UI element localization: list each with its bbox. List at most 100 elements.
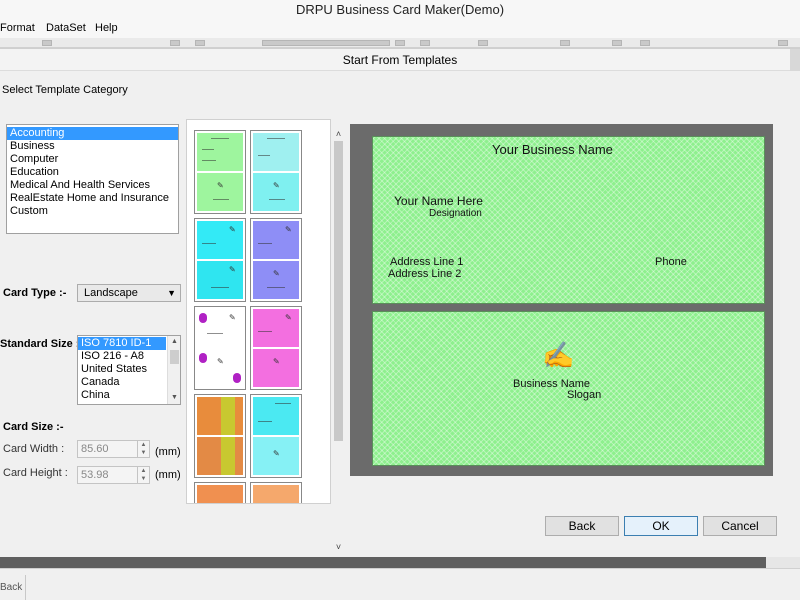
card-height-unit: (mm) [155, 469, 181, 481]
scroll-down-icon[interactable]: ˅ [332, 542, 345, 554]
toolbar-button[interactable] [778, 40, 788, 46]
pen-icon: ✎ [229, 265, 236, 274]
template-thumbnail-5[interactable]: ✎ ✎ [194, 306, 246, 390]
preview-address-line-2: Address Line 2 [388, 268, 462, 280]
thumbnail-scrollbar[interactable]: ˄ ˅ [332, 129, 345, 554]
card-back-preview: ✍ Business Name Slogan [372, 311, 765, 466]
scroll-thumb[interactable] [334, 141, 343, 441]
pen-icon: ✎ [285, 313, 292, 322]
card-width-value: 85.60 [81, 443, 109, 455]
category-list[interactable]: Accounting Business Computer Education M… [6, 124, 179, 234]
thumbnail-front [197, 485, 243, 503]
thumbnail-front [253, 485, 299, 503]
template-thumbnail-4[interactable]: ✎ ✎ [250, 218, 302, 302]
category-item-computer[interactable]: Computer [7, 153, 178, 166]
template-thumbnail-1[interactable]: ✎ [194, 130, 246, 214]
preview-phone: Phone [655, 256, 687, 268]
menu-dataset[interactable]: DataSet [46, 22, 86, 34]
scrollbar-corner [766, 557, 800, 568]
card-height-label: Card Height : [3, 467, 68, 479]
toolbar-button[interactable] [560, 40, 570, 46]
standard-size-label: Standard Size :- [0, 338, 84, 350]
card-type-select[interactable]: Landscape ▼ [77, 284, 181, 302]
card-width-unit: (mm) [155, 446, 181, 458]
app-window: DRPU Business Card Maker(Demo) Format Da… [0, 0, 800, 600]
pen-icon: ✎ [229, 225, 236, 234]
status-bar: Back [0, 568, 800, 600]
pen-icon: ✎ [273, 269, 280, 278]
horizontal-scrollbar[interactable] [0, 557, 766, 568]
toolbar-button[interactable] [640, 40, 650, 46]
menu-help[interactable]: Help [95, 22, 118, 34]
chevron-down-icon: ▼ [167, 288, 176, 298]
toolbar-combo[interactable] [262, 40, 390, 46]
toolbar-button[interactable] [42, 40, 52, 46]
category-item-medical[interactable]: Medical And Health Services [7, 179, 178, 192]
toolbar-button[interactable] [395, 40, 405, 46]
size-item-united-states[interactable]: United States [78, 363, 180, 376]
card-type-label: Card Type :- [3, 287, 67, 299]
size-item-china[interactable]: China [78, 389, 180, 402]
preview-designation: Designation [429, 208, 482, 219]
toolbar-button[interactable] [612, 40, 622, 46]
status-text: Back [0, 582, 23, 593]
scroll-down-icon[interactable]: ▼ [168, 392, 180, 404]
scroll-up-icon[interactable]: ˄ [332, 129, 345, 141]
thumbnail-back: ✎ [197, 261, 243, 299]
card-front-preview: Your Business Name Your Name Here Design… [372, 136, 765, 304]
stepper-arrows-icon[interactable]: ▲ ▼ [137, 441, 149, 457]
toolbar-button[interactable] [478, 40, 488, 46]
card-height-stepper[interactable]: 53.98 ▲ ▼ [77, 466, 150, 484]
cancel-button[interactable]: Cancel [703, 516, 777, 536]
standard-size-list[interactable]: ISO 7810 ID-1 ISO 216 - A8 United States… [77, 335, 181, 405]
thumbnail-back: ✎ [197, 349, 243, 387]
stepper-arrows-icon[interactable]: ▲ ▼ [137, 467, 149, 483]
toolbar-button[interactable] [195, 40, 205, 46]
scroll-up-icon[interactable]: ▲ [168, 336, 180, 348]
back-button[interactable]: Back [545, 516, 619, 536]
size-item-canada[interactable]: Canada [78, 376, 180, 389]
menu-format[interactable]: Format [0, 22, 35, 34]
dialog-close-button[interactable] [790, 49, 800, 71]
thumbnail-front: ✎ [253, 221, 299, 259]
thumbnail-front: ✎ [253, 309, 299, 347]
thumbnail-back [197, 437, 243, 475]
standard-size-scrollbar[interactable]: ▲ ▼ [167, 336, 180, 404]
category-item-custom[interactable]: Custom [7, 205, 178, 218]
template-thumbnail-9[interactable] [194, 482, 246, 503]
category-item-accounting[interactable]: Accounting [7, 127, 178, 140]
card-width-label: Card Width : [3, 443, 65, 455]
thumbnail-front: ✎ [197, 221, 243, 259]
scroll-thumb[interactable] [170, 350, 179, 364]
category-item-business[interactable]: Business [7, 140, 178, 153]
thumbnail-back: ✎ [253, 437, 299, 475]
template-thumbnail-3[interactable]: ✎ ✎ [194, 218, 246, 302]
thumbnail-front [253, 133, 299, 171]
ok-button[interactable]: OK [624, 516, 698, 536]
template-thumbnail-7[interactable] [194, 394, 246, 478]
status-divider [25, 575, 26, 600]
template-thumbnail-6[interactable]: ✎ ✎ [250, 306, 302, 390]
card-height-value: 53.98 [81, 469, 109, 481]
template-thumbnail-10[interactable] [250, 482, 302, 503]
window-title: DRPU Business Card Maker(Demo) [0, 0, 800, 20]
card-preview: Your Business Name Your Name Here Design… [350, 124, 773, 476]
pen-icon: ✎ [217, 181, 224, 190]
preview-business-name: Your Business Name [492, 142, 613, 157]
card-width-stepper[interactable]: 85.60 ▲ ▼ [77, 440, 150, 458]
dialog-title: Start From Templates [0, 49, 800, 71]
thumbnail-back: ✎ [253, 173, 299, 211]
pen-icon: ✎ [273, 181, 280, 190]
category-item-realestate[interactable]: RealEstate Home and Insurance [7, 192, 178, 205]
template-thumbnail-2[interactable]: ✎ [250, 130, 302, 214]
template-thumbnail-8[interactable]: ✎ [250, 394, 302, 478]
size-item-iso7810[interactable]: ISO 7810 ID-1 [78, 337, 166, 350]
toolbar-button[interactable] [420, 40, 430, 46]
thumbnail-back: ✎ [197, 173, 243, 211]
category-label: Select Template Category [2, 84, 128, 96]
category-item-education[interactable]: Education [7, 166, 178, 179]
preview-slogan: Slogan [567, 389, 602, 401]
toolbar-button[interactable] [170, 40, 180, 46]
size-item-iso216[interactable]: ISO 216 - A8 [78, 350, 180, 363]
template-thumbnails: ✎ ✎ ✎ ✎ ✎ ✎ ✎ ✎ ✎ ✎ ✎ [186, 119, 331, 504]
